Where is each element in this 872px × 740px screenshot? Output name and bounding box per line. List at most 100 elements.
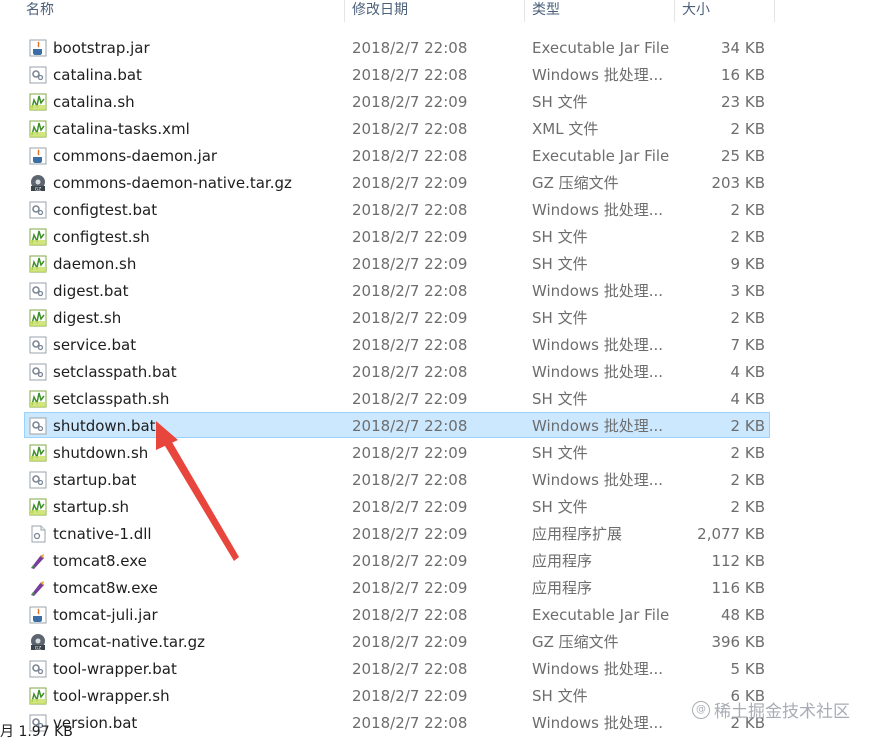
file-type: 应用程序扩展 (532, 525, 623, 543)
file-row[interactable]: tool-wrapper.sh 2018/2/7 22:09 SH 文件 6 KB (24, 682, 770, 708)
file-type: Windows 批处理... (532, 660, 664, 678)
file-size: 2 KB (730, 444, 765, 462)
column-divider[interactable] (524, 0, 525, 22)
file-type: SH 文件 (532, 309, 588, 327)
column-divider[interactable] (674, 0, 675, 22)
jar-icon (29, 39, 47, 57)
file-name: digest.sh (53, 309, 122, 327)
file-type: SH 文件 (532, 255, 588, 273)
file-row[interactable]: service.bat 2018/2/7 22:08 Windows 批处理... 7… (24, 331, 770, 357)
file-row[interactable]: version.bat 2018/2/7 22:08 Windows 批处理... 2… (24, 709, 770, 735)
file-modified-date: 2018/2/7 22:09 (352, 579, 468, 597)
file-row[interactable]: configtest.bat 2018/2/7 22:08 Windows 批处理.… (24, 196, 770, 222)
sh-icon (29, 390, 47, 408)
file-row[interactable]: GZ commons-daemon-native.tar.gz 2018/2/7 2… (24, 169, 770, 195)
sh-icon (29, 498, 47, 516)
file-modified-date: 2018/2/7 22:09 (352, 525, 468, 543)
file-modified-date: 2018/2/7 22:08 (352, 282, 468, 300)
file-size: 34 KB (721, 39, 765, 57)
file-name: startup.bat (53, 471, 137, 489)
file-type: SH 文件 (532, 390, 588, 408)
file-name: tomcat-juli.jar (53, 606, 158, 624)
file-name: commons-daemon-native.tar.gz (53, 174, 292, 192)
file-row[interactable]: startup.sh 2018/2/7 22:09 SH 文件 2 KB (24, 493, 770, 519)
bat-icon (29, 282, 47, 300)
file-row[interactable]: tomcat8w.exe 2018/2/7 22:09 应用程序 116 KB (24, 574, 770, 600)
file-modified-date: 2018/2/7 22:08 (352, 417, 468, 435)
file-row[interactable]: tcnative-1.dll 2018/2/7 22:09 应用程序扩展 2,077 … (24, 520, 770, 546)
file-type: Windows 批处理... (532, 336, 664, 354)
watermark: @ 稀土掘金技术社区 (692, 697, 850, 722)
file-size: 7 KB (730, 336, 765, 354)
file-type: Executable Jar File (532, 606, 670, 624)
file-row[interactable]: configtest.sh 2018/2/7 22:09 SH 文件 2 KB (24, 223, 770, 249)
file-row[interactable]: catalina.bat 2018/2/7 22:08 Windows 批处理...… (24, 61, 770, 87)
file-row[interactable]: setclasspath.sh 2018/2/7 22:09 SH 文件 4 KB (24, 385, 770, 411)
bat-icon (29, 66, 47, 84)
file-name: setclasspath.bat (53, 363, 177, 381)
file-row[interactable]: shutdown.bat 2018/2/7 22:08 Windows 批处理...… (24, 412, 770, 438)
sh-icon (29, 228, 47, 246)
file-size: 2 KB (730, 309, 765, 327)
file-modified-date: 2018/2/7 22:08 (352, 606, 468, 624)
column-divider[interactable] (774, 0, 775, 22)
file-name: tool-wrapper.bat (53, 660, 177, 678)
file-modified-date: 2018/2/7 22:08 (352, 660, 468, 678)
file-row[interactable]: setclasspath.bat 2018/2/7 22:08 Windows 批处… (24, 358, 770, 384)
file-size: 2 KB (730, 417, 765, 435)
file-type: SH 文件 (532, 444, 588, 462)
file-type: Windows 批处理... (532, 471, 664, 489)
file-size: 2 KB (730, 201, 765, 219)
file-row[interactable]: daemon.sh 2018/2/7 22:09 SH 文件 9 KB (24, 250, 770, 276)
file-type: SH 文件 (532, 687, 588, 705)
column-divider[interactable] (344, 0, 345, 22)
bat-icon (29, 336, 47, 354)
file-type: Windows 批处理... (532, 417, 664, 435)
bat-icon (29, 201, 47, 219)
file-size: 396 KB (711, 633, 765, 651)
file-size: 2 KB (730, 228, 765, 246)
column-header-bar: 名称 修改日期 类型 大小 (0, 0, 872, 22)
file-name: shutdown.bat (53, 417, 156, 435)
file-name: tool-wrapper.sh (53, 687, 170, 705)
file-type: SH 文件 (532, 498, 588, 516)
column-header-type[interactable]: 类型 (532, 0, 560, 22)
gz-icon: GZ (29, 633, 47, 651)
file-size: 112 KB (711, 552, 765, 570)
column-header-name[interactable]: 名称 (26, 0, 54, 22)
file-modified-date: 2018/2/7 22:08 (352, 120, 468, 138)
file-row[interactable]: tomcat8.exe 2018/2/7 22:09 应用程序 112 KB (24, 547, 770, 573)
file-row[interactable]: tool-wrapper.bat 2018/2/7 22:08 Windows 批处… (24, 655, 770, 681)
file-row[interactable]: tomcat-juli.jar 2018/2/7 22:08 Executable … (24, 601, 770, 627)
file-modified-date: 2018/2/7 22:09 (352, 444, 468, 462)
file-name: setclasspath.sh (53, 390, 170, 408)
file-modified-date: 2018/2/7 22:09 (352, 687, 468, 705)
file-type: Windows 批处理... (532, 714, 664, 732)
file-row[interactable]: catalina-tasks.xml 2018/2/7 22:08 XML 文件 2 … (24, 115, 770, 141)
file-row[interactable]: GZ tomcat-native.tar.gz 2018/2/7 22:09 GZ 压… (24, 628, 770, 654)
column-header-date[interactable]: 修改日期 (352, 0, 408, 22)
file-row[interactable]: digest.bat 2018/2/7 22:08 Windows 批处理... 3 … (24, 277, 770, 303)
sh-icon (29, 687, 47, 705)
file-row[interactable]: bootstrap.jar 2018/2/7 22:08 Executable Ja… (24, 34, 770, 60)
bat-icon (29, 363, 47, 381)
file-modified-date: 2018/2/7 22:09 (352, 255, 468, 273)
file-name: tomcat8w.exe (53, 579, 158, 597)
file-row[interactable]: catalina.sh 2018/2/7 22:09 SH 文件 23 KB (24, 88, 770, 114)
column-header-size[interactable]: 大小 (682, 0, 710, 22)
file-modified-date: 2018/2/7 22:08 (352, 336, 468, 354)
file-row[interactable]: digest.sh 2018/2/7 22:09 SH 文件 2 KB (24, 304, 770, 330)
file-modified-date: 2018/2/7 22:08 (352, 714, 468, 732)
file-row[interactable]: startup.bat 2018/2/7 22:08 Windows 批处理... 2… (24, 466, 770, 492)
file-size: 25 KB (721, 147, 765, 165)
file-modified-date: 2018/2/7 22:09 (352, 309, 468, 327)
file-name: configtest.sh (53, 228, 150, 246)
file-row[interactable]: shutdown.sh 2018/2/7 22:09 SH 文件 2 KB (24, 439, 770, 465)
file-name: configtest.bat (53, 201, 158, 219)
file-row[interactable]: commons-daemon.jar 2018/2/7 22:08 Executab… (24, 142, 770, 168)
file-modified-date: 2018/2/7 22:09 (352, 174, 468, 192)
file-size: 4 KB (730, 390, 765, 408)
file-type: SH 文件 (532, 228, 588, 246)
file-type: GZ 压缩文件 (532, 174, 619, 192)
file-type: GZ 压缩文件 (532, 633, 619, 651)
